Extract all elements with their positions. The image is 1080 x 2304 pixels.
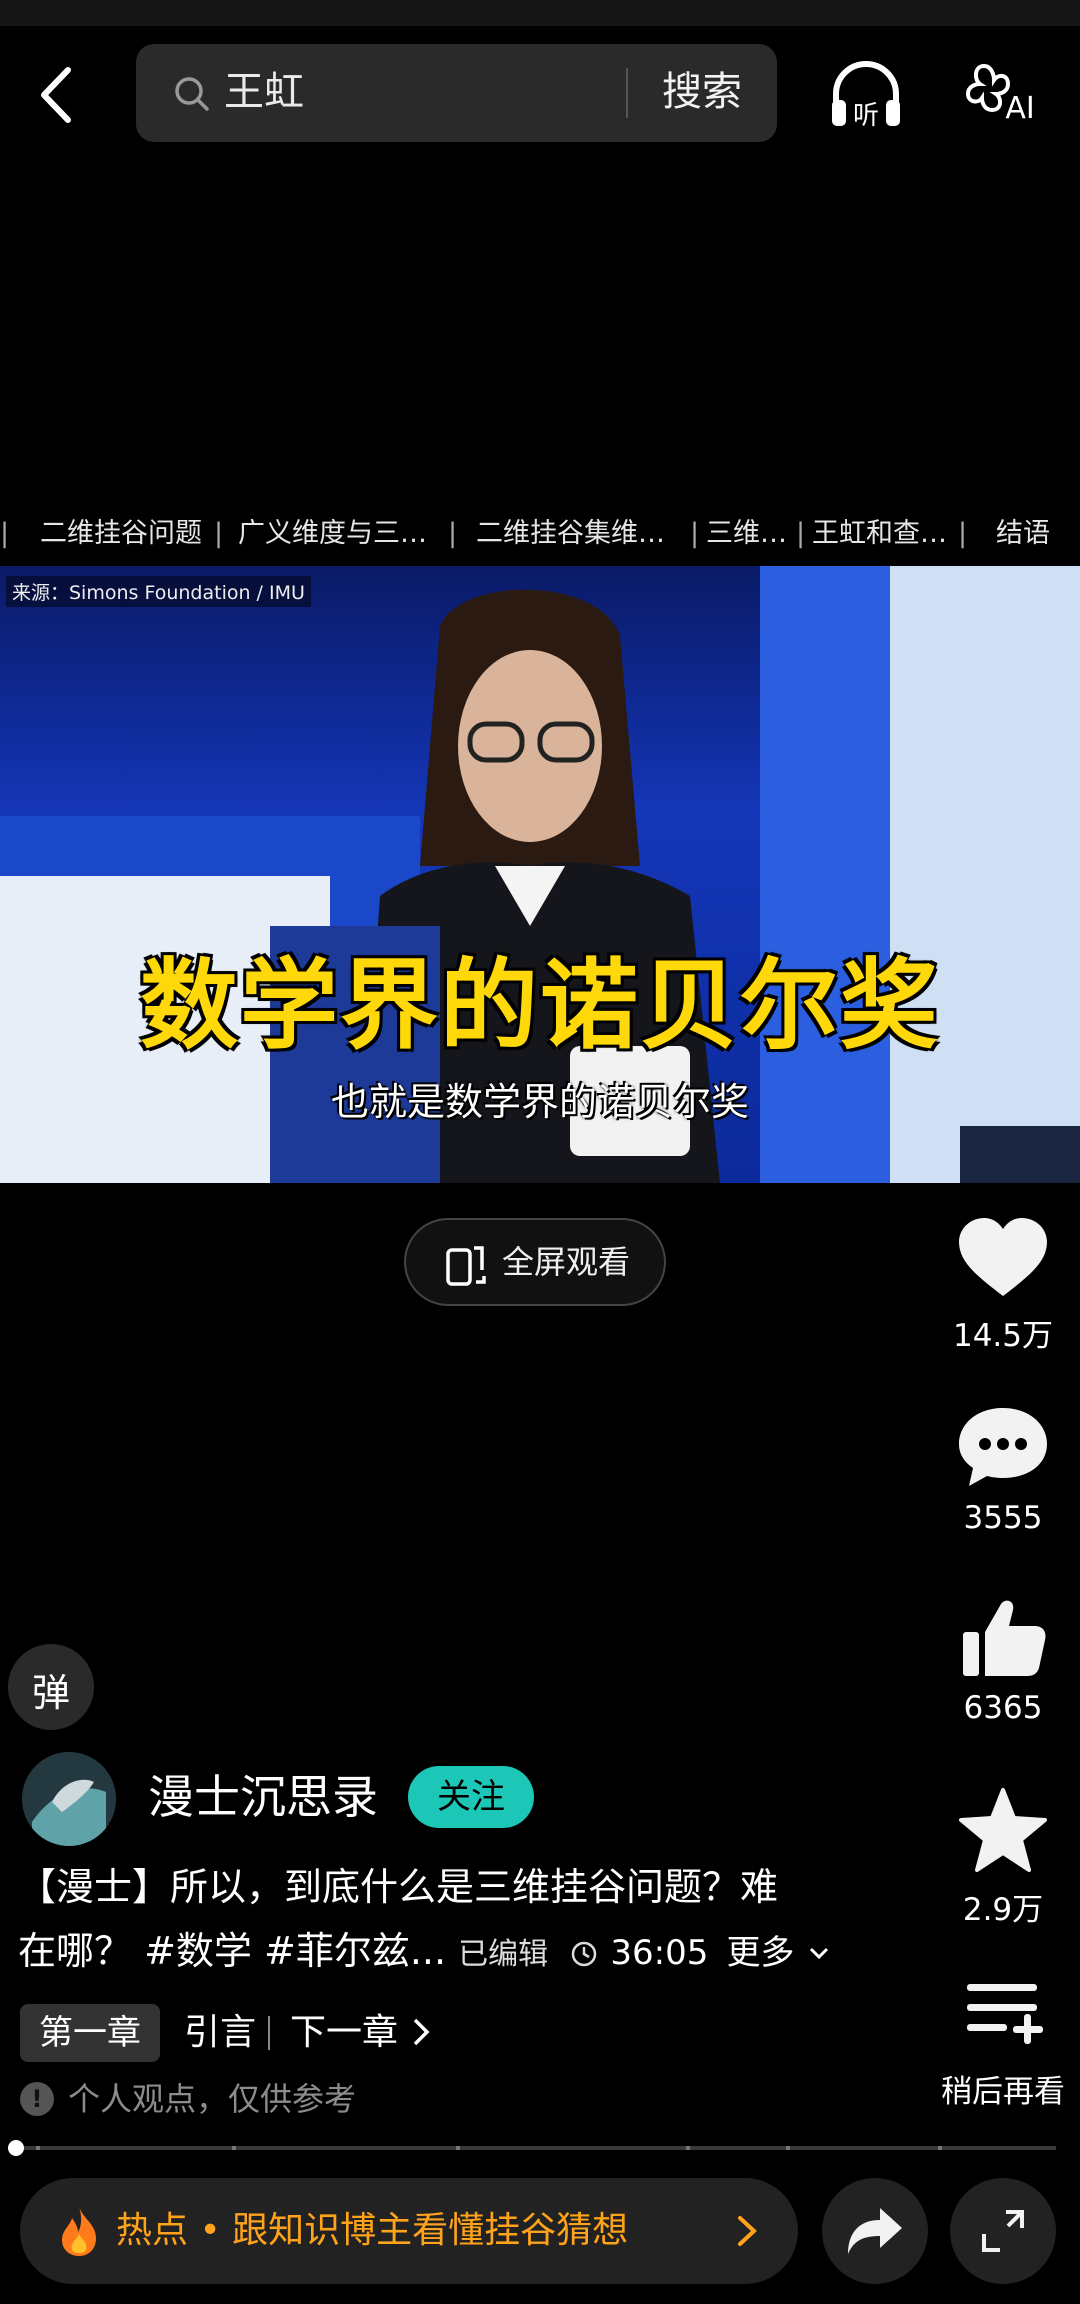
more-link[interactable]: 更多: [726, 1933, 794, 1973]
listen-button[interactable]: 听: [826, 54, 906, 134]
video-duration: 36:05: [610, 1933, 709, 1973]
search-bar[interactable]: 王虹 搜索: [136, 44, 777, 142]
expand-icon: [982, 2210, 1024, 2252]
video-description[interactable]: 【漫士】所以，到底什么是三维挂谷问题？难: [18, 1858, 778, 1916]
svg-text:听: 听: [853, 101, 879, 131]
video-source-label: 来源：Simons Foundation / IMU: [6, 576, 311, 607]
hot-topic-bar[interactable]: 热点 • 跟知识博主看懂挂谷猜想: [20, 2178, 798, 2284]
back-arrow-icon: [41, 67, 71, 123]
expand-button[interactable]: [950, 2178, 1056, 2284]
progress-bar[interactable]: [16, 2146, 1056, 2150]
playlist-add-icon: [967, 1984, 1043, 2044]
progress-handle[interactable]: [8, 2140, 24, 2156]
chapter-item[interactable]: 王虹和查…: [812, 508, 947, 560]
back-button[interactable]: [30, 60, 90, 130]
chevron-right-icon: [732, 2206, 762, 2256]
current-chapter-title[interactable]: 引言: [184, 2004, 256, 2062]
chapter-tick: [232, 2146, 236, 2150]
svg-text:AI: AI: [1005, 91, 1034, 126]
chapter-separator: |: [214, 518, 224, 549]
search-icon: [172, 74, 212, 114]
description-text: 在哪？ #数学 #菲尔兹...: [18, 1929, 447, 1973]
chapter-item[interactable]: 三维…: [706, 508, 787, 560]
edited-label: 已编辑: [458, 1937, 549, 1972]
hot-topic-text: 热点 • 跟知识博主看懂挂谷猜想: [116, 2210, 629, 2251]
chapter-separator: |: [448, 518, 458, 549]
chevron-down-icon: [809, 1947, 828, 1960]
thumbs-up-button[interactable]: 6365: [938, 1596, 1068, 1726]
current-chapter-tag[interactable]: 第一章: [20, 2004, 160, 2062]
video-description-cont[interactable]: 在哪？ #数学 #菲尔兹... 已编辑 36:05 更多: [18, 1922, 831, 1984]
share-icon: [848, 2208, 902, 2254]
thumbs-up-icon: [963, 1600, 1046, 1676]
video-subtitle: 也就是数学界的诺贝尔奖: [330, 1080, 749, 1124]
chapter-item[interactable]: 结语: [996, 508, 1050, 560]
like-button[interactable]: 14.5万: [938, 1216, 1068, 1355]
search-input[interactable]: 王虹: [224, 64, 304, 120]
disclaimer-text: 个人观点，仅供参考: [68, 2080, 357, 2118]
chapter-separator: |: [958, 518, 968, 549]
fire-icon: [56, 2204, 102, 2258]
like-count: 14.5万: [952, 1318, 1054, 1354]
chapter-item[interactable]: 广义维度与三…: [238, 508, 427, 560]
follow-button[interactable]: 关注: [408, 1766, 534, 1828]
next-chapter-label: 下一章: [290, 2012, 399, 2053]
danmaku-icon: 弹: [31, 1671, 70, 1715]
status-bar: [0, 0, 1080, 26]
comment-count: 3555: [963, 1500, 1043, 1536]
star-icon: [959, 1788, 1047, 1872]
chapter-separator: |: [690, 518, 700, 549]
chapter-tick: [686, 2146, 690, 2150]
chapter-separator: |: [0, 518, 10, 549]
heart-icon: [959, 1218, 1047, 1296]
watch-later-button[interactable]: 稍后再看: [928, 1976, 1078, 2111]
chapter-divider: [268, 2016, 270, 2050]
clock-icon: [572, 1941, 597, 1967]
fullscreen-label: 全屏观看: [502, 1243, 631, 1281]
chevron-right-icon: [414, 2018, 430, 2046]
comment-button[interactable]: 3555: [938, 1406, 1068, 1536]
video-player[interactable]: 来源：Simons Foundation / IMU 数学界的诺贝尔奖 也就是数…: [0, 566, 1080, 1183]
comment-icon: [959, 1408, 1047, 1486]
chapter-item[interactable]: 二维挂谷问题: [40, 508, 202, 560]
author-name[interactable]: 漫士沉思录: [148, 1766, 378, 1828]
chapter-item[interactable]: 二维挂谷集维…: [476, 508, 665, 560]
info-icon: !: [20, 2082, 54, 2116]
favorite-count: 2.9万: [962, 1892, 1044, 1928]
favorite-button[interactable]: 2.9万: [938, 1786, 1068, 1929]
ai-sparkle-icon: AI: [965, 63, 1035, 126]
next-chapter-button[interactable]: 下一章: [290, 2004, 433, 2062]
watch-later-label: 稍后再看: [941, 2074, 1065, 2110]
video-caption-title: 数学界的诺贝尔奖: [139, 949, 940, 1063]
headphone-icon: 听: [832, 61, 900, 131]
thumbs-up-count: 6365: [963, 1690, 1043, 1726]
danmaku-toggle[interactable]: 弹: [8, 1644, 94, 1730]
rotate-screen-icon: [442, 1240, 490, 1288]
chapter-separator: |: [796, 518, 806, 549]
chapter-strip[interactable]: | 二维挂谷问题 | 广义维度与三… | 二维挂谷集维… | 三维… | 王虹和…: [0, 508, 1080, 560]
ai-button[interactable]: AI: [962, 54, 1042, 134]
chapter-tick: [456, 2146, 460, 2150]
chapter-tick: [786, 2146, 790, 2150]
chapter-tick: [938, 2146, 942, 2150]
share-button[interactable]: [822, 2178, 928, 2284]
search-button[interactable]: 搜索: [662, 64, 742, 120]
author-avatar[interactable]: [22, 1752, 116, 1846]
fullscreen-button[interactable]: 全屏观看: [404, 1218, 666, 1306]
chapter-tick: [36, 2146, 40, 2150]
search-divider: [626, 68, 628, 118]
